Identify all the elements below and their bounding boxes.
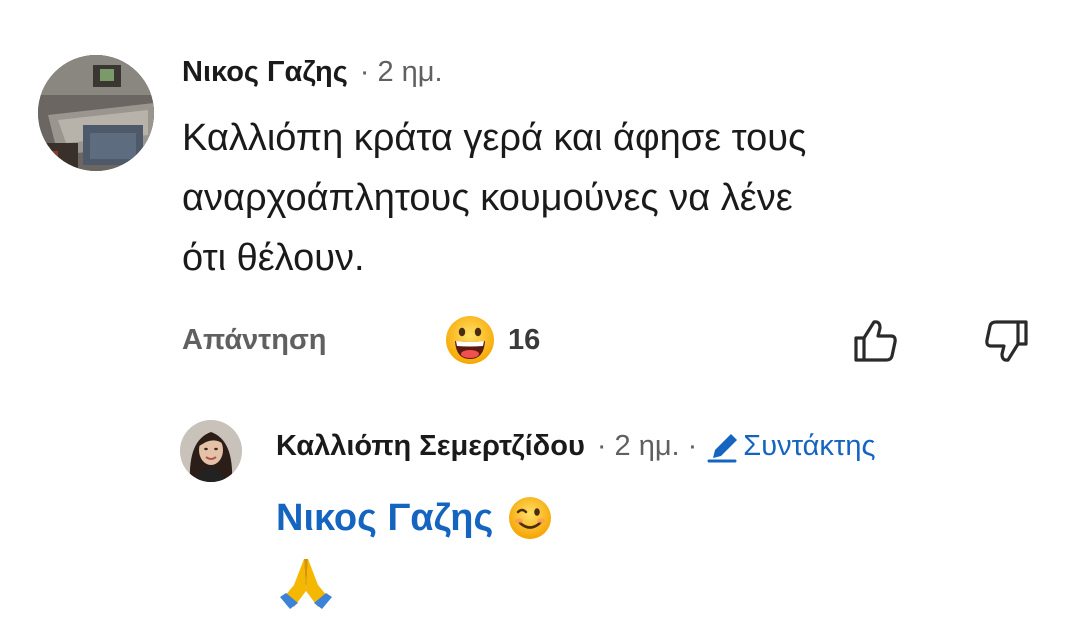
- editor-label: Συντάκτης: [743, 429, 876, 462]
- woman-photo-avatar: [180, 420, 242, 482]
- reaction-count: 16: [508, 323, 541, 356]
- thumbs-up-icon: [854, 320, 897, 362]
- reply-header: Καλλιόπη Σεμερτζίδου · 2 ημ. · Συντάκτης: [276, 426, 875, 466]
- folded-hands-icon: [280, 559, 332, 609]
- reply-author[interactable]: Καλλιόπη Σεμερτζίδου: [276, 430, 585, 463]
- editor-badge: Συντάκτης: [705, 428, 875, 464]
- comment-thread: Νικος Γαζης · 2 ημ. Καλλιόπη κράτα γερά …: [0, 0, 1080, 634]
- winking-face-icon: [509, 497, 552, 539]
- separator: ·: [687, 429, 698, 462]
- reply-emoji: [276, 555, 336, 616]
- reply-text: Νικος Γαζης: [276, 495, 553, 541]
- mention-link[interactable]: Νικος Γαζης: [276, 497, 493, 540]
- forklift-photo-avatar: [38, 55, 154, 171]
- pencil-icon: [707, 434, 738, 463]
- avatar[interactable]: [180, 420, 242, 482]
- reply-button[interactable]: Απάντηση: [182, 324, 327, 357]
- comment-text-line: Καλλιόπη κράτα γερά και άφησε τους: [182, 117, 807, 159]
- comment-header: Νικος Γαζης · 2 ημ.: [182, 52, 443, 92]
- avatar[interactable]: [38, 55, 154, 171]
- reply-time: 2 ημ.: [614, 429, 680, 462]
- thumbs-down-icon: [985, 320, 1028, 362]
- comment-text: Καλλιόπη κράτα γερά και άφησε τους αναρχ…: [182, 108, 1042, 288]
- comment-text-line: αναρχοάπλητους κουμούνες να λένε: [182, 177, 793, 219]
- comment-actions: Απάντηση 16: [182, 310, 1042, 370]
- dislike-button[interactable]: [982, 316, 1032, 366]
- separator: ·: [359, 55, 370, 88]
- separator: ·: [596, 429, 607, 462]
- like-button[interactable]: [850, 316, 900, 366]
- reaction-summary[interactable]: 16: [444, 314, 540, 366]
- comment-time: 2 ημ.: [377, 55, 443, 88]
- comment-author[interactable]: Νικος Γαζης: [182, 56, 348, 89]
- comment-text-line: ότι θέλουν.: [182, 237, 365, 279]
- grinning-face-icon: [446, 316, 494, 364]
